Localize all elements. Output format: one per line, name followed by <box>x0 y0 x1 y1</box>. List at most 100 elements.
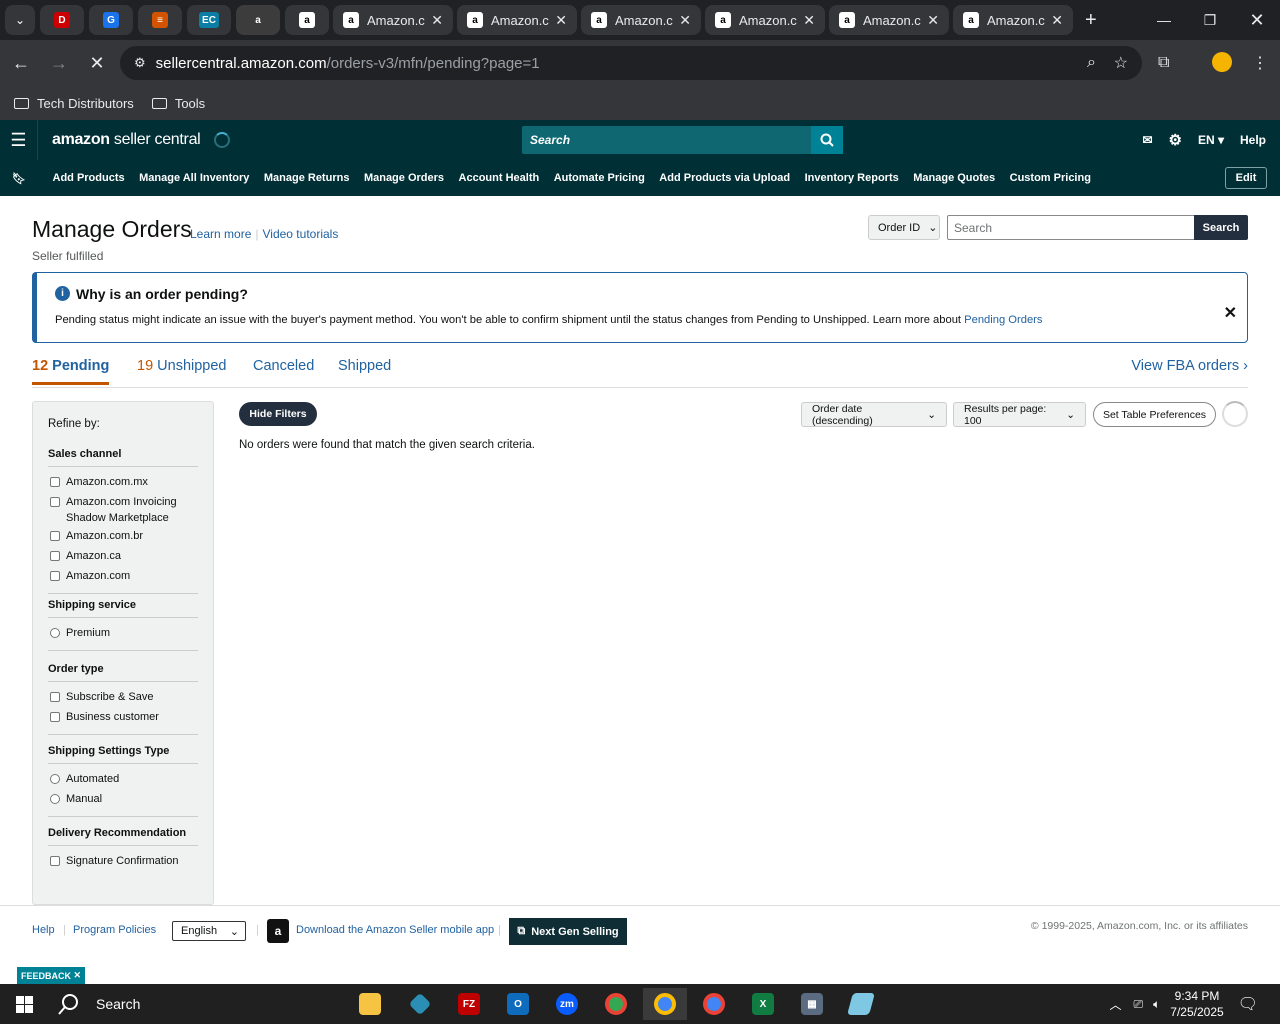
chrome-profile-icon[interactable] <box>692 988 736 1020</box>
excel-icon[interactable]: X <box>741 988 785 1020</box>
view-fba-orders-link[interactable]: View FBA orders › <box>1131 358 1248 374</box>
filter-option[interactable]: Premium <box>48 625 198 641</box>
bookmark-folder[interactable]: Tech Distributors <box>14 96 134 111</box>
close-icon[interactable]: ✕ <box>555 12 567 29</box>
bookmark-folder[interactable]: Tools <box>151 96 205 111</box>
learn-more-link[interactable]: Learn more <box>190 227 251 241</box>
close-icon[interactable]: ✕ <box>431 12 443 29</box>
filter-option[interactable]: Business customer <box>48 709 198 725</box>
browser-tab[interactable]: a Amazon.c ✕ <box>953 5 1073 35</box>
radio[interactable] <box>50 628 60 638</box>
nav-manage-returns[interactable]: Manage Returns <box>264 172 350 184</box>
close-window-icon[interactable]: ✕ <box>1234 0 1280 40</box>
search-icon[interactable] <box>811 126 843 154</box>
new-tab-icon[interactable]: + <box>1085 9 1097 32</box>
checkbox[interactable] <box>50 497 60 507</box>
minimize-icon[interactable]: — <box>1141 0 1187 40</box>
close-icon[interactable]: ✕ <box>927 12 939 29</box>
radio[interactable] <box>50 794 60 804</box>
filter-option[interactable]: Automated <box>48 771 198 787</box>
browser-tab[interactable]: a Amazon.c ✕ <box>581 5 701 35</box>
next-gen-selling-button[interactable]: ⧉ Next Gen Selling <box>509 918 627 945</box>
mail-icon[interactable]: ✉ <box>1142 133 1152 147</box>
nav-automate-pricing[interactable]: Automate Pricing <box>554 172 645 184</box>
browser-tab[interactable]: a Amazon.c ✕ <box>333 5 453 35</box>
tab-canceled[interactable]: Canceled <box>253 358 314 374</box>
checkbox[interactable] <box>50 712 60 722</box>
stop-loading-icon[interactable]: ✕ <box>80 46 114 80</box>
footer-help-link[interactable]: Help <box>32 924 55 936</box>
language-selector[interactable]: EN ▾ <box>1198 133 1224 147</box>
browser-tab[interactable]: a Amazon.c ✕ <box>705 5 825 35</box>
browser-tab[interactable]: a Amazon.c ✕ <box>457 5 577 35</box>
checkbox[interactable] <box>50 856 60 866</box>
pinned-tab-amazon-active[interactable]: a <box>236 5 280 35</box>
notifications-icon[interactable]: 🗨︎ <box>1238 994 1258 1014</box>
order-search-button[interactable]: Search <box>1194 215 1248 240</box>
pinned-tab-ec[interactable]: EC <box>187 5 231 35</box>
network-icon[interactable]: ⎚ <box>1133 997 1143 1012</box>
tab-unshipped[interactable]: 19 Unshipped <box>137 358 227 374</box>
pinned-tab-stack[interactable]: ≡ <box>138 5 182 35</box>
forward-icon[interactable]: → <box>42 46 76 80</box>
checkbox[interactable] <box>50 571 60 581</box>
pinned-tab-amazon[interactable]: a <box>285 5 329 35</box>
site-info-icon[interactable]: ⚙ <box>134 55 146 71</box>
checkbox[interactable] <box>50 692 60 702</box>
pending-orders-link[interactable]: Pending Orders <box>964 314 1042 326</box>
file-explorer-icon[interactable] <box>348 988 392 1020</box>
chrome-active-icon[interactable] <box>643 988 687 1020</box>
checkbox[interactable] <box>50 477 60 487</box>
restore-icon[interactable]: ❐ <box>1187 0 1233 40</box>
url-bar[interactable]: ⚙ sellercentral.amazon.com/orders-v3/mfn… <box>120 46 1142 80</box>
settings-gear-icon[interactable]: ⚙ <box>1169 131 1182 149</box>
edit-nav-button[interactable]: Edit <box>1225 167 1267 189</box>
close-icon[interactable]: ✕ <box>1051 12 1063 29</box>
nav-add-products-upload[interactable]: Add Products via Upload <box>659 172 790 184</box>
checkbox[interactable] <box>50 551 60 561</box>
video-tutorials-link[interactable]: Video tutorials <box>263 227 339 241</box>
browser-tab[interactable]: a Amazon.c ✕ <box>829 5 949 35</box>
seller-central-logo[interactable]: amazon seller central <box>52 131 201 149</box>
nav-manage-quotes[interactable]: Manage Quotes <box>913 172 995 184</box>
chrome-icon[interactable] <box>594 988 638 1020</box>
app-diamond-icon[interactable] <box>398 988 442 1020</box>
close-alert-icon[interactable]: ✕ <box>1224 303 1237 323</box>
pinned-tab-google[interactable]: G <box>89 5 133 35</box>
tab-pending[interactable]: 12 Pending <box>32 358 110 385</box>
download-app-link[interactable]: Download the Amazon Seller mobile app <box>296 924 494 936</box>
filter-option[interactable]: Amazon.ca <box>48 548 198 564</box>
nav-custom-pricing[interactable]: Custom Pricing <box>1010 172 1091 184</box>
back-icon[interactable]: ← <box>4 46 38 80</box>
taskbar-search[interactable]: Search <box>58 993 140 1015</box>
checkbox[interactable] <box>50 531 60 541</box>
filter-option[interactable]: Amazon.com <box>48 568 198 584</box>
show-hidden-icons-icon[interactable]: ︿ <box>1109 996 1121 1013</box>
nav-account-health[interactable]: Account Health <box>459 172 540 184</box>
nav-manage-orders[interactable]: Manage Orders <box>364 172 444 184</box>
close-icon[interactable]: ✕ <box>679 12 691 29</box>
nav-manage-all-inventory[interactable]: Manage All Inventory <box>139 172 249 184</box>
feedback-tab[interactable]: FEEDBACK ✕ <box>17 967 85 984</box>
filezilla-icon[interactable]: FZ <box>447 988 491 1020</box>
clock[interactable]: 9:34 PM 7/25/2025 <box>1170 988 1223 1020</box>
table-preferences-button[interactable]: Set Table Preferences <box>1093 402 1216 427</box>
bookmark-icon[interactable]: 🔖︎ <box>0 172 38 185</box>
menu-dots-icon[interactable]: ⋮ <box>1252 53 1268 73</box>
volume-icon[interactable]: 🔈︎ <box>1153 997 1160 1012</box>
zoom-icon[interactable]: zm <box>545 988 589 1020</box>
filter-option[interactable]: Amazon.com.mx <box>48 474 198 490</box>
windows-start-icon[interactable] <box>0 984 48 1024</box>
nav-add-products[interactable]: Add Products <box>53 172 125 184</box>
filter-option[interactable]: Amazon.com Invoicing Shadow Marketplace <box>48 494 198 526</box>
filter-option[interactable]: Subscribe & Save <box>48 689 198 705</box>
calculator-icon[interactable]: ▦ <box>790 988 834 1020</box>
hide-filters-button[interactable]: Hide Filters <box>239 402 317 426</box>
outlook-icon[interactable]: O <box>496 988 540 1020</box>
filter-option[interactable]: Manual <box>48 791 198 807</box>
header-search[interactable]: Search <box>522 126 843 154</box>
zoom-icon[interactable]: ⌕ <box>1087 54 1096 72</box>
pinned-tab-dell[interactable]: D <box>40 5 84 35</box>
profile-avatar[interactable] <box>1212 52 1232 72</box>
nav-inventory-reports[interactable]: Inventory Reports <box>805 172 899 184</box>
